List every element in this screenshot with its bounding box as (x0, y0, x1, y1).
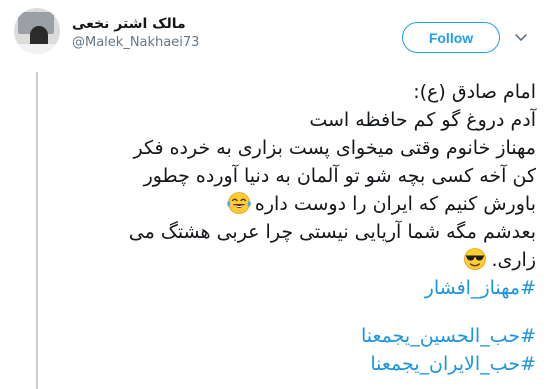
tweet-card: مالک اشتر نخعی @Malek_Nakhaei73 Follow ا… (0, 0, 548, 389)
tweet-line: زاری. (491, 249, 536, 271)
display-name-row: مالک اشتر نخعی (72, 16, 196, 32)
tweet-text: امام صادق (ع): آدم دروغ گو کم حافظه است … (40, 78, 536, 378)
hashtag-link[interactable]: #حب_الحسين_يجمعنا (40, 322, 536, 350)
tweet-line: آدم دروغ گو کم حافظه است (309, 109, 536, 131)
tweet-line: باورش کنیم که ایران را دوست داره (254, 193, 536, 215)
tweet-line: امام صادق (ع): (413, 81, 536, 103)
user-handle[interactable]: @Malek_Nakhaei73 (72, 35, 322, 50)
avatar[interactable] (14, 8, 60, 54)
avatar-desk (14, 44, 60, 54)
tweet-line: کن آخه کسی بچه شو تو آلمان به دنیا آورده… (143, 165, 536, 187)
smiling-face-with-sunglasses-icon (464, 248, 487, 270)
hashtag[interactable]: #حب_الحسين_يجمعنا (361, 325, 536, 347)
hashtag-link[interactable]: #حب_الايران_يجمعنا (40, 350, 536, 378)
display-name[interactable]: مالک اشتر نخعی (72, 16, 186, 32)
tweet-line: مهناز خانوم وقتی میخوای پست بزاری به خرد… (133, 137, 537, 159)
thread-line (36, 72, 38, 389)
tweet-line-with-emoji: زاری. (40, 246, 536, 274)
face-with-tears-of-joy-icon (227, 192, 251, 214)
hashtag[interactable]: #مهناز_افشار (425, 277, 536, 299)
chevron-down-icon[interactable] (512, 28, 530, 46)
hashtag[interactable]: #حب_الايران_يجمعنا (370, 353, 536, 375)
tweet-line: بعدشم مگه شما آریایی نیستی چرا عربی هشتگ… (128, 221, 536, 243)
tweet-line-with-emoji: باورش کنیم که ایران را دوست داره (40, 190, 536, 218)
hashtag-link[interactable]: #مهناز_افشار (40, 274, 536, 302)
user-info[interactable]: مالک اشتر نخعی @Malek_Nakhaei73 (72, 16, 322, 50)
follow-button[interactable]: Follow (402, 22, 500, 53)
